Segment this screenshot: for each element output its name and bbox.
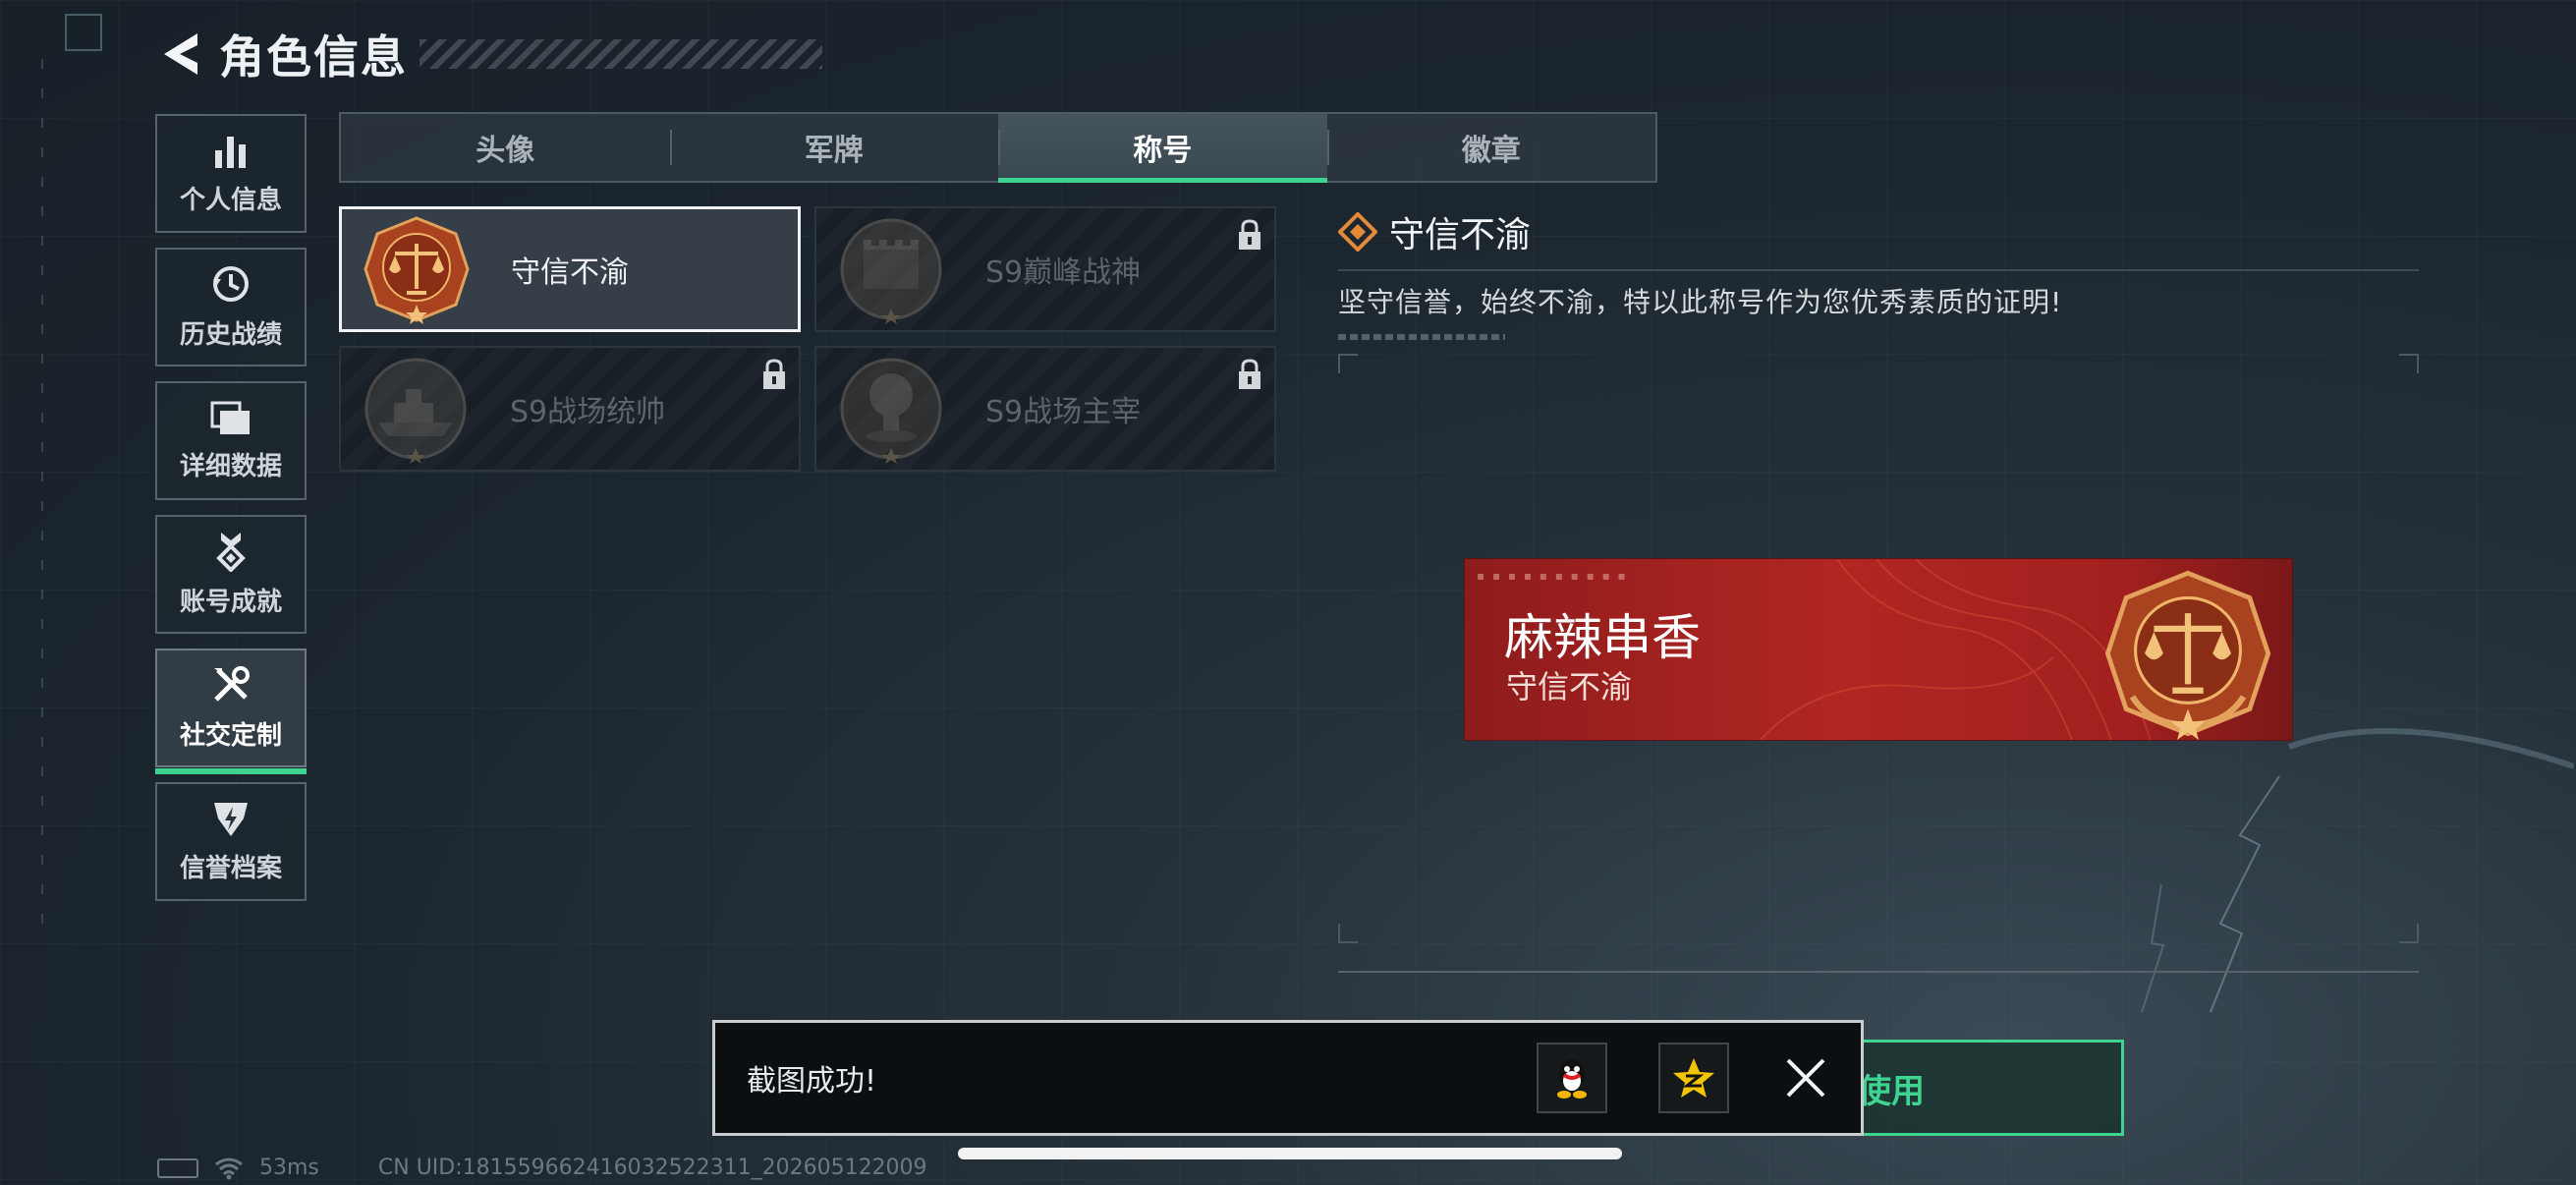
frame-corner: [2399, 354, 2419, 373]
page-title: 角色信息: [219, 30, 408, 84]
qq-penguin-icon: [1557, 1059, 1587, 1099]
detail-title: 守信不渝: [1389, 215, 1532, 255]
title-card-shouxin[interactable]: 守信不渝: [339, 206, 801, 332]
shield-bolt-icon: [214, 803, 248, 836]
toast-message: 截图成功!: [747, 1064, 877, 1099]
close-icon[interactable]: [1780, 1052, 1831, 1103]
title-name: S9战场主宰: [985, 395, 1142, 429]
tab-badge[interactable]: 徽章: [1326, 114, 1656, 181]
lock-icon: [1239, 359, 1260, 389]
scales-medal-icon: [2104, 570, 2271, 740]
qzone-star-icon: [1673, 1058, 1714, 1098]
folder-icon: [210, 401, 250, 434]
sidebar-item-achievements[interactable]: 账号成就: [155, 515, 307, 634]
warship-medal-icon: [364, 358, 467, 464]
scales-medal-icon: [364, 216, 470, 324]
diamond-icon: [1338, 212, 1377, 252]
title-name: 守信不渝: [511, 255, 629, 290]
frame-divider: [1338, 971, 2419, 973]
detail-heading: 守信不渝: [1338, 206, 2419, 257]
uid-text: CN UID:18155966241603252​2311_2026051220…: [377, 1156, 927, 1180]
battery-icon: [157, 1157, 198, 1178]
explosion-medal-icon: [840, 358, 942, 464]
sidebar-item-history[interactable]: 历史战绩: [155, 248, 307, 367]
history-clock-icon: [213, 266, 249, 302]
page-header: 角色信息: [152, 22, 822, 86]
share-qq-button[interactable]: [1537, 1043, 1607, 1113]
sidebar: 个人信息 历史战绩 详细数据 账号成就 社交定制 信誉档案: [155, 114, 307, 916]
player-title: 守信不渝: [1506, 668, 1633, 705]
share-qzone-button[interactable]: [1658, 1043, 1729, 1113]
corner-decoration: [65, 14, 102, 51]
plate-decoration-text: ▪ ▪ ▪ ▪ ▪ ▪ ▪ ▪ ▪ ▪: [1477, 569, 1628, 583]
tab-avatar[interactable]: 头像: [341, 114, 670, 181]
title-card-s9-peak[interactable]: S9巅峰战神: [814, 206, 1276, 332]
sidebar-item-label: 历史战绩: [179, 320, 282, 350]
nameplate-preview: ▪ ▪ ▪ ▪ ▪ ▪ ▪ ▪ ▪ ▪ 麻辣串香 守信不渝: [1464, 558, 2293, 741]
sidebar-item-detailed-data[interactable]: 详细数据: [155, 381, 307, 500]
title-detail: 守信不渝 坚守信誉，始终不渝，特以此称号作为您优秀素质的证明!: [1338, 206, 2419, 340]
sidebar-item-label: 信誉档案: [179, 854, 282, 883]
tab-dogtag[interactable]: 军牌: [669, 114, 999, 181]
wifi-icon: [215, 1157, 243, 1179]
title-card-s9-dominator[interactable]: S9战场主宰: [814, 346, 1276, 472]
title-name: S9战场统帅: [510, 395, 666, 429]
use-button-label: 使用: [1858, 1071, 1925, 1111]
title-name: S9巅峰战神: [985, 255, 1142, 290]
back-arrow-icon: [164, 33, 197, 75]
category-tabs: 头像 军牌 称号 徽章: [339, 112, 1657, 183]
screenshot-toast: 截图成功!: [712, 1020, 1864, 1136]
title-card-s9-commander[interactable]: S9战场统帅: [339, 346, 801, 472]
fortress-medal-icon: [840, 218, 942, 324]
decorative-dashes: [1338, 334, 1505, 340]
bar-chart-icon: [215, 137, 246, 168]
sidebar-item-label: 账号成就: [179, 588, 282, 617]
sidebar-item-social-custom[interactable]: 社交定制: [155, 649, 307, 774]
title-list: 守信不渝 S9巅峰战神 S9战场统帅 S9战场主宰: [339, 206, 1276, 472]
player-name: 麻辣串香: [1504, 609, 1701, 666]
back-button[interactable]: [152, 27, 207, 82]
sidebar-item-label: 详细数据: [179, 452, 282, 481]
sidebar-item-label: 社交定制: [179, 721, 282, 751]
detail-description: 坚守信誉，始终不渝，特以此称号作为您优秀素质的证明!: [1338, 286, 2063, 318]
lock-icon: [763, 359, 785, 389]
achievement-medal-icon: [216, 533, 246, 572]
ping-text: 53ms: [259, 1156, 319, 1180]
lock-icon: [1239, 219, 1260, 250]
tab-title[interactable]: 称号: [998, 114, 1327, 183]
frame-corner: [1338, 354, 1358, 373]
title-stripes-decoration: [420, 39, 822, 69]
divider: [1338, 269, 2419, 271]
sidebar-item-reputation[interactable]: 信誉档案: [155, 782, 307, 901]
tools-icon: [214, 666, 250, 702]
dashed-guide: [41, 59, 43, 943]
sidebar-item-label: 个人信息: [179, 186, 282, 215]
frame-corner: [1338, 924, 1358, 943]
sidebar-item-personal-info[interactable]: 个人信息: [155, 114, 307, 233]
home-indicator[interactable]: [958, 1148, 1622, 1159]
frame-corner: [2399, 924, 2419, 943]
status-bar: 53ms CN UID:18155966241603252​2311_20260…: [157, 1156, 927, 1180]
